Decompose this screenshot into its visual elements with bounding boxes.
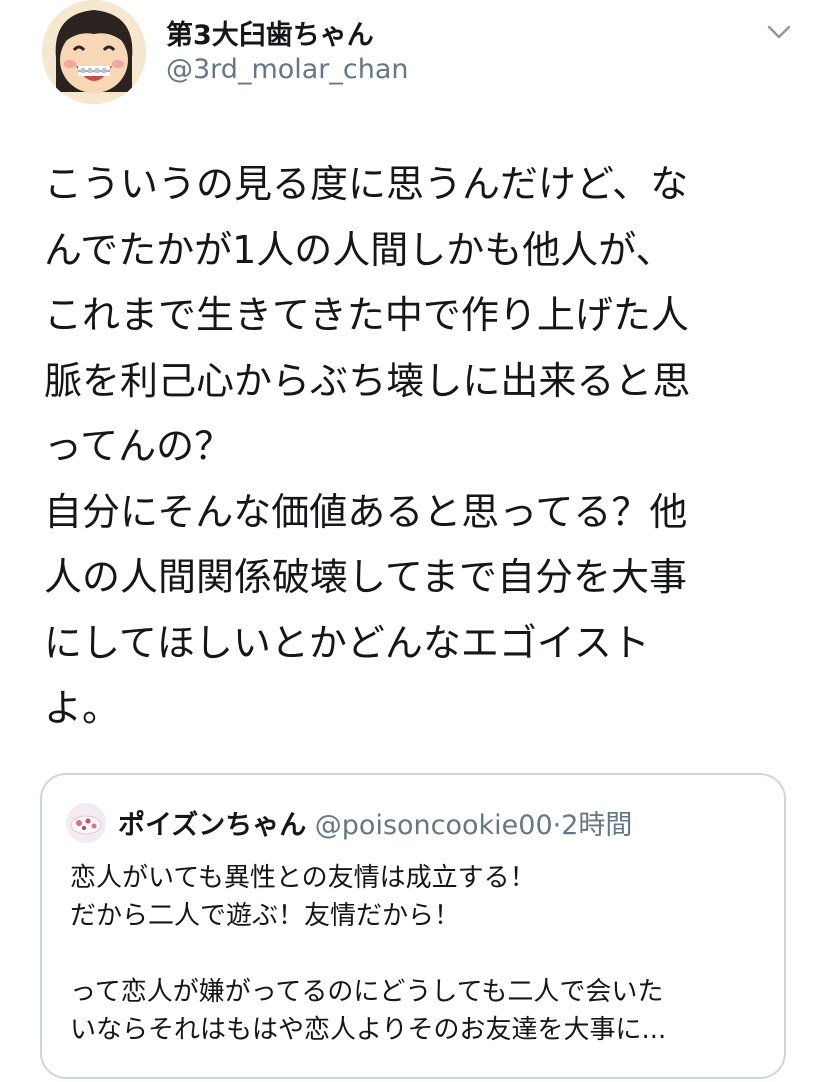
tweet-text-line: 脈を利己心からぶち壊しに出来ると思 (44, 358, 691, 403)
tweet-text-line: よ。 (44, 686, 121, 730)
quoted-author-handle[interactable]: @poisoncookie00 (315, 810, 553, 841)
quoted-tweet-line: だから二人で遊ぶ！友情だから！ (70, 901, 461, 931)
tweet-text-line: 自分にそんな価値あると思ってる？他 (44, 489, 688, 534)
tweet-text-line: んでたかが1人の人間しかも他人が、 (44, 227, 674, 272)
separator-dot: · (552, 810, 562, 841)
author-handle[interactable]: @3rd_molar_chan (166, 54, 409, 85)
author-display-name[interactable]: 第3大臼歯ちゃん (166, 13, 374, 52)
tweet-text-line: こういうの見る度に思うんだけど、な (44, 162, 689, 206)
author-avatar[interactable] (42, 0, 146, 104)
chevron-down-icon[interactable] (765, 22, 793, 42)
tweet-text-line: これまで生きてきた中で作り上げた人 (44, 293, 689, 337)
tweet: 第3大臼歯ちゃん @3rd_molar_chan こういうの見る度に思うんだけど… (0, 0, 828, 1082)
quoted-tweet-text: 恋人がいても異性との友情は成立する！ だから二人で遊ぶ！友情だから！ って恋人が… (70, 859, 770, 1049)
quoted-tweet-line: いならそれはもはや恋人よりそのお友達を大事に... (70, 1015, 667, 1045)
tweet-text: こういうの見る度に思うんだけど、な んでたかが1人の人間しかも他人が、 これまで… (44, 152, 789, 742)
quoted-tweet-time[interactable]: 2時間 (561, 810, 632, 841)
girl-with-braces-avatar-icon (42, 0, 146, 104)
tweet-text-line: ってんの？ (44, 424, 233, 468)
quoted-tweet-line (70, 935, 770, 973)
cookie-avatar-icon (66, 803, 106, 843)
tweet-text-line: 人の人間関係破壊してまで自分を大事 (44, 555, 687, 599)
quoted-tweet-card[interactable]: ポイズンちゃん @poisoncookie00·2時間 恋人がいても異性との友情… (40, 773, 786, 1079)
quoted-tweet-line: って恋人が嫌がってるのにどうしても二人で会いた (70, 977, 664, 1007)
quoted-author-display-name[interactable]: ポイズンちゃん (118, 810, 306, 841)
quoted-author-avatar[interactable] (66, 803, 106, 843)
quoted-tweet-header: ポイズンちゃん @poisoncookie00·2時間 (118, 803, 632, 842)
quoted-tweet-line: 恋人がいても異性との友情は成立する！ (70, 863, 536, 893)
tweet-text-line: にしてほしいとかどんなエゴイスト (44, 620, 650, 665)
